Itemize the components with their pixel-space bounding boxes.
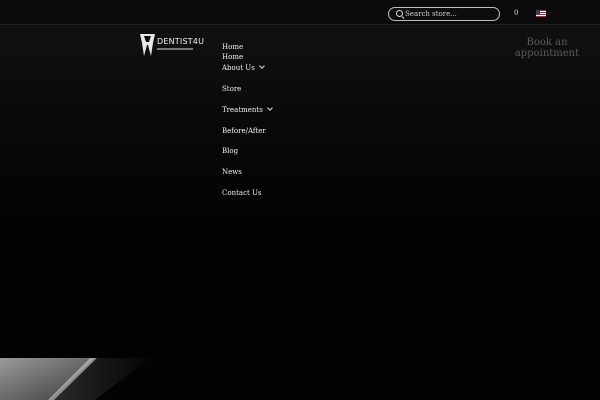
nav-item-blog[interactable]: Blog xyxy=(222,147,238,155)
nav-item-before-after[interactable]: Before/After xyxy=(222,127,266,135)
nav-item-home[interactable]: Home xyxy=(222,43,243,51)
logo[interactable]: DENTIST4U xyxy=(139,33,209,57)
book-appointment-line1: Book an xyxy=(526,37,568,48)
tooth-logo-icon xyxy=(140,34,155,56)
logo-tagline-line xyxy=(157,48,193,50)
cart-count[interactable]: 0 xyxy=(514,9,518,17)
nav-item-store[interactable]: Store xyxy=(222,85,241,93)
nav-item-label: Before/After xyxy=(222,127,266,135)
nav-item-home-2[interactable]: Home xyxy=(222,53,243,61)
nav-item-about-us[interactable]: About Us xyxy=(222,63,265,72)
nav-item-label: Contact Us xyxy=(222,189,262,197)
hero-image-fragment xyxy=(0,358,180,400)
chevron-down-icon xyxy=(267,105,273,111)
nav-item-label: Treatments xyxy=(222,106,263,114)
book-appointment-line2: appointment xyxy=(514,48,580,59)
nav-item-news[interactable]: News xyxy=(222,168,242,176)
nav-item-label: Home xyxy=(222,43,244,51)
nav-item-contact-us[interactable]: Contact Us xyxy=(222,189,262,197)
logo-text: DENTIST4U xyxy=(157,37,205,46)
search-icon[interactable] xyxy=(396,10,403,17)
nav-item-label: Store xyxy=(222,85,242,93)
nav-item-label: About Us xyxy=(222,64,255,72)
nav-item-label: Home xyxy=(222,53,244,61)
chevron-down-icon xyxy=(258,63,265,69)
nav-item-label: News xyxy=(222,168,242,176)
search-box[interactable] xyxy=(388,7,500,21)
search-input[interactable] xyxy=(405,8,491,20)
book-appointment-button[interactable]: Book an appointment xyxy=(508,37,586,59)
top-bar: 0 xyxy=(0,0,600,25)
nav-item-label: Blog xyxy=(222,147,239,155)
nav-item-treatments[interactable]: Treatments xyxy=(222,105,273,114)
us-flag-icon[interactable] xyxy=(536,10,546,17)
